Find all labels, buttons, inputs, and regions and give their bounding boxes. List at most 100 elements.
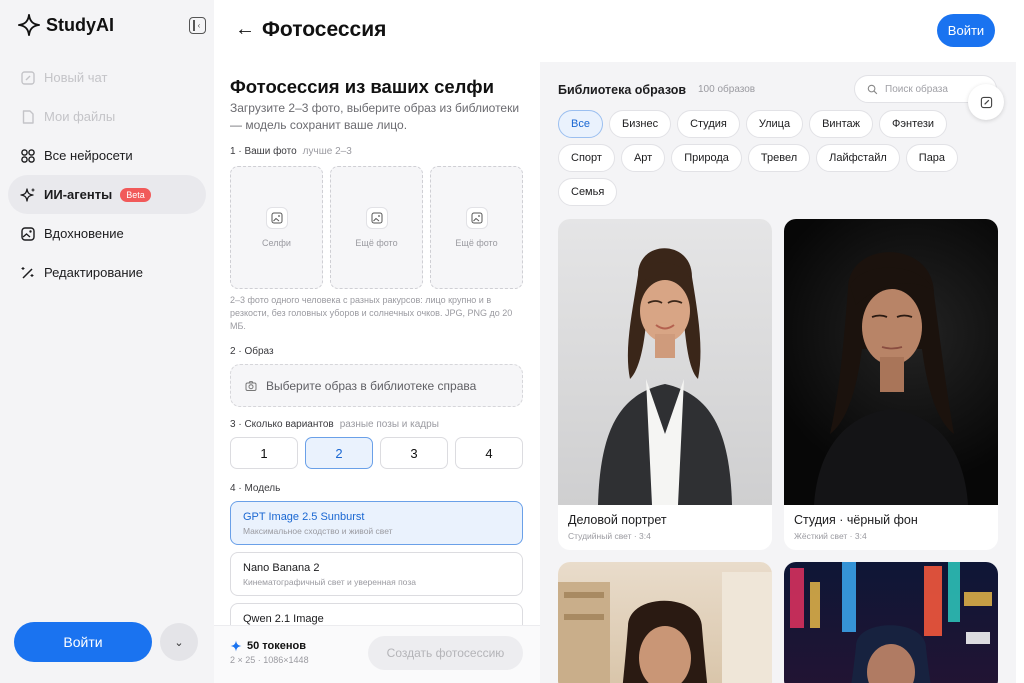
photo-upload-slot[interactable]: Ещё фото <box>430 166 523 289</box>
sidebar-login-button[interactable]: Войти <box>14 622 152 662</box>
sidebar: StudyAI ‹ Новый чат Мои файлы Все нейрос… <box>0 0 214 683</box>
portrait-illustration <box>814 252 968 505</box>
photos-label: 1 · Ваши фото <box>230 146 297 157</box>
portrait-illustration <box>598 248 732 505</box>
add-photo-icon <box>265 207 288 229</box>
library-count: 100 образов <box>698 84 756 95</box>
chip-all[interactable]: Все <box>558 110 603 138</box>
variants-selector: 1 2 3 4 <box>230 437 523 469</box>
chip-travel[interactable]: Тревел <box>747 144 811 172</box>
variant-option-1[interactable]: 1 <box>230 437 298 469</box>
sidebar-item-new-chat[interactable]: Новый чат <box>8 58 206 97</box>
sidebar-item-editing[interactable]: Редактирование <box>8 253 206 292</box>
library-title: Библиотека образов <box>558 83 687 97</box>
sidebar-item-label: ИИ-агенты <box>44 187 113 202</box>
chip-nature[interactable]: Природа <box>671 144 742 172</box>
sidebar-item-label: Новый чат <box>44 70 108 85</box>
edit-icon <box>980 96 992 108</box>
chip-family[interactable]: Семья <box>558 178 618 206</box>
photos-section-label: 1 · Ваши фото лучше 2–3 <box>230 146 352 157</box>
chip-studio[interactable]: Студия <box>677 110 740 138</box>
add-photo-icon <box>365 207 388 229</box>
upload-slot-label: Ещё фото <box>455 238 498 248</box>
model-option-gpt-image[interactable]: GPT Image 2.5 Sunburst Максимальное сход… <box>230 501 523 545</box>
sparkle-logo-icon <box>18 14 40 36</box>
sparkle-icon <box>230 640 242 652</box>
app-logo[interactable]: StudyAI <box>18 14 114 36</box>
token-detail: 2 × 25 · 1086×1448 <box>230 655 309 665</box>
sidebar-nav: Новый чат Мои файлы Все нейросети ИИ-аге… <box>8 58 206 292</box>
form-title: Фотосессия из ваших селфи <box>230 76 494 97</box>
sidebar-item-inspiration[interactable]: Вдохновение <box>8 214 206 253</box>
edit-icon <box>21 70 35 85</box>
style-card-image <box>558 562 772 683</box>
style-label: 2 · Образ <box>230 346 274 357</box>
category-chips: Все Бизнес Студия Улица Винтаж Фэнтези С… <box>558 110 998 206</box>
variants-section-label: 3 · Сколько вариантов разные позы и кадры <box>230 419 439 430</box>
style-card[interactable]: Студия · чёрный фон Жёсткий свет · 3:4 <box>784 219 998 550</box>
style-picker-field[interactable]: Выберите образ в библиотеке справа <box>230 364 523 407</box>
variant-option-3[interactable]: 3 <box>380 437 448 469</box>
upload-slot-label: Селфи <box>262 238 291 248</box>
sidebar-item-label: Все нейросети <box>44 148 133 163</box>
search-icon <box>867 84 878 94</box>
photoshoot-form: Фотосессия из ваших селфи Загрузите 2–3 … <box>214 62 540 683</box>
style-card[interactable]: Деловой портрет Студийный свет · 3:4 <box>558 219 772 550</box>
sidebar-item-all-networks[interactable]: Все нейросети <box>8 136 206 175</box>
chip-art[interactable]: Арт <box>620 144 666 172</box>
sparkle-icon <box>20 187 35 202</box>
sidebar-item-my-files[interactable]: Мои файлы <box>8 97 206 136</box>
model-name: GPT Image 2.5 Sunburst <box>243 511 365 523</box>
token-count: 50 токенов <box>247 640 307 652</box>
variants-hint: разные позы и кадры <box>339 419 439 430</box>
variant-option-2[interactable]: 2 <box>305 437 373 469</box>
chip-business[interactable]: Бизнес <box>608 110 672 138</box>
variant-option-4[interactable]: 4 <box>455 437 523 469</box>
variants-label: 3 · Сколько вариантов <box>230 419 334 430</box>
style-card[interactable] <box>558 562 772 683</box>
style-card-title: Студия · чёрный фон <box>794 513 918 527</box>
create-photoshoot-button[interactable]: Создать фотосессию <box>368 636 523 670</box>
form-footer: 50 токенов 2 × 25 · 1086×1448 Создать фо… <box>214 625 540 683</box>
style-card[interactable] <box>784 562 998 683</box>
style-card-caption: Деловой портрет Студийный свет · 3:4 <box>558 505 772 550</box>
chip-street[interactable]: Улица <box>745 110 804 138</box>
chip-sport[interactable]: Спорт <box>558 144 615 172</box>
model-name: Qwen 2.1 Image <box>243 613 324 625</box>
beta-badge: Beta <box>120 187 151 202</box>
magic-wand-icon <box>21 266 34 279</box>
model-option-nano-banana[interactable]: Nano Banana 2 Кинематографичный свет и у… <box>230 552 523 596</box>
style-library: Библиотека образов 100 образов Все Бизне… <box>540 62 1016 683</box>
sidebar-item-label: Мои файлы <box>44 109 116 124</box>
chip-vintage[interactable]: Винтаж <box>809 110 874 138</box>
model-desc: Кинематографичный свет и уверенная поза <box>243 577 416 587</box>
edit-fab[interactable] <box>968 84 1004 120</box>
chip-lifestyle[interactable]: Лайфстайл <box>816 144 900 172</box>
add-photo-icon <box>465 207 488 229</box>
chip-couple[interactable]: Пара <box>905 144 959 172</box>
portrait-illustration <box>558 572 772 683</box>
style-card-image <box>784 219 998 505</box>
style-card-title: Деловой портрет <box>568 513 667 527</box>
style-card-image <box>784 562 998 683</box>
file-icon <box>22 109 34 124</box>
model-label: 4 · Модель <box>230 483 281 494</box>
style-card-image <box>558 219 772 505</box>
sidebar-item-ai-agents[interactable]: ИИ-агенты Beta <box>8 175 206 214</box>
grid-icon <box>21 148 35 163</box>
model-name: Nano Banana 2 <box>243 562 320 574</box>
header-login-button[interactable]: Войти <box>937 14 995 47</box>
upload-note: 2–3 фото одного человека с разных ракурс… <box>230 295 513 331</box>
page-title: Фотосессия <box>262 18 387 41</box>
style-card-subtitle: Студийный свет · 3:4 <box>568 531 651 541</box>
sidebar-item-label: Вдохновение <box>44 226 124 241</box>
chevron-down-icon[interactable]: ⌄ <box>160 623 198 661</box>
form-subtitle: Загрузите 2–3 фото, выберите образ из би… <box>230 101 520 132</box>
collapse-sidebar-icon[interactable]: ‹ <box>189 17 206 34</box>
chip-fantasy[interactable]: Фэнтези <box>879 110 948 138</box>
photo-upload-slot[interactable]: Ещё фото <box>330 166 423 289</box>
token-cost: 50 токенов <box>230 640 306 652</box>
back-arrow-icon[interactable]: ← <box>235 18 255 41</box>
app-name: StudyAI <box>46 14 115 35</box>
photo-upload-slot[interactable]: Селфи <box>230 166 323 289</box>
